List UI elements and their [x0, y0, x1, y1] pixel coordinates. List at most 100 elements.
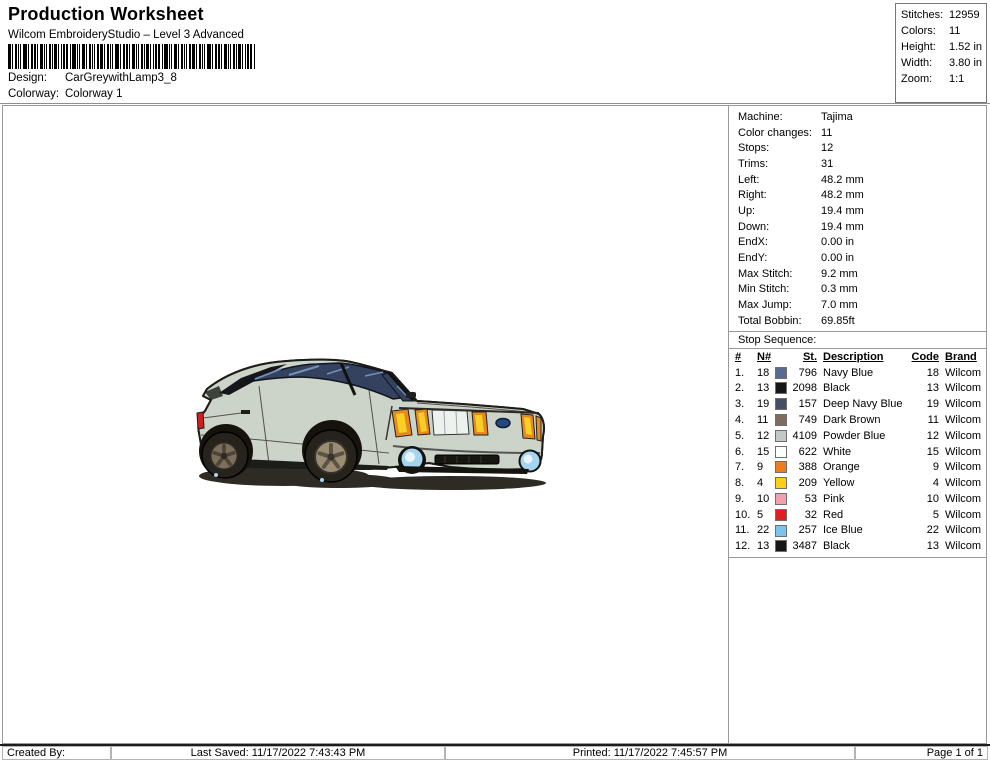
stop-row-needle: 9	[757, 461, 775, 473]
machine-info: Machine: Tajima Color changes: 11 Stops:…	[729, 106, 986, 331]
machine-info-row: Right: 48.2 mm	[729, 187, 986, 203]
stop-row-needle: 18	[757, 367, 775, 379]
worksheet-body: Machine: Tajima Color changes: 11 Stops:…	[2, 105, 987, 744]
machine-info-value: 9.2 mm	[821, 268, 858, 280]
stop-row-code: 4	[905, 477, 939, 489]
stop-row-num: 3.	[735, 398, 757, 410]
stop-row-stitches: 209	[788, 477, 817, 489]
stop-row-description: Powder Blue	[823, 430, 905, 442]
machine-info-row: Max Jump: 7.0 mm	[729, 297, 986, 313]
stop-row-needle: 13	[757, 382, 775, 394]
stop-row-brand: Wilcom	[945, 367, 981, 379]
stop-row-brand: Wilcom	[945, 398, 981, 410]
stop-row-brand: Wilcom	[945, 509, 981, 521]
stop-row-brand: Wilcom	[945, 414, 981, 426]
machine-info-value: 69.85ft	[821, 315, 855, 327]
col-code: Code	[905, 351, 939, 363]
stop-row-description: Dark Brown	[823, 414, 905, 426]
rear-wheel	[199, 424, 253, 478]
summary-label: Stitches:	[901, 9, 949, 25]
summary-label: Colors:	[901, 25, 949, 41]
stop-sequence-row: 11. 22 257 Ice Blue 22 Wilcom	[729, 523, 986, 539]
stop-row-num: 10.	[735, 509, 757, 521]
machine-info-row: Down: 19.4 mm	[729, 219, 986, 235]
stop-row-stitches: 749	[788, 414, 817, 426]
machine-info-label: Right:	[738, 189, 821, 201]
thread-color-swatch	[775, 446, 787, 458]
summary-value: 1.52 in	[949, 41, 982, 57]
stop-row-stitches: 157	[788, 398, 817, 410]
stop-row-description: Orange	[823, 461, 905, 473]
stop-row-needle: 13	[757, 540, 775, 552]
stop-row-brand: Wilcom	[945, 382, 981, 394]
thread-color-swatch	[775, 461, 787, 473]
stop-row-stitches: 4109	[788, 430, 817, 442]
stop-row-code: 11	[905, 414, 939, 426]
stop-row-num: 5.	[735, 430, 757, 442]
machine-info-value: 11	[821, 127, 832, 139]
car-illustration	[189, 356, 549, 501]
design-value: CarGreywithLamp3_8	[65, 72, 177, 84]
summary-row: Height: 1.52 in	[896, 41, 986, 57]
stop-sequence-rows: 1. 18 796 Navy Blue 18 Wilcom 2. 13 2098	[729, 365, 986, 555]
stop-row-stitches: 257	[788, 524, 817, 536]
stop-sequence-title: Stop Sequence:	[729, 331, 986, 348]
thread-color-swatch	[775, 509, 787, 521]
page-title: Production Worksheet	[8, 4, 204, 25]
machine-info-value: 19.4 mm	[821, 205, 864, 217]
footer-created-by: Created By:	[2, 746, 111, 760]
summary-label: Zoom:	[901, 73, 949, 89]
machine-info-label: Left:	[738, 174, 821, 186]
stop-row-code: 9	[905, 461, 939, 473]
machine-info-value: 48.2 mm	[821, 174, 864, 186]
machine-info-row: Color changes: 11	[729, 125, 986, 141]
stop-sequence-row: 12. 13 3487 Black 13 Wilcom	[729, 538, 986, 554]
stop-row-needle: 15	[757, 446, 775, 458]
machine-info-label: Total Bobbin:	[738, 315, 821, 327]
machine-info-label: Color changes:	[738, 127, 821, 139]
stop-row-needle: 22	[757, 524, 775, 536]
stop-row-code: 13	[905, 382, 939, 394]
machine-info-value: 0.00 in	[821, 236, 854, 248]
stop-row-num: 11.	[735, 524, 757, 536]
stop-row-brand: Wilcom	[945, 461, 981, 473]
stop-row-code: 12	[905, 430, 939, 442]
stop-row-needle: 19	[757, 398, 775, 410]
machine-info-label: Max Jump:	[738, 299, 821, 311]
stop-row-num: 8.	[735, 477, 757, 489]
design-canvas	[3, 106, 728, 743]
machine-info-label: Up:	[738, 205, 821, 217]
stop-row-stitches: 622	[788, 446, 817, 458]
stop-row-stitches: 3487	[788, 540, 817, 552]
stop-sequence-row: 3. 19 157 Deep Navy Blue 19 Wilcom	[729, 396, 986, 412]
stop-row-needle: 11	[757, 414, 775, 426]
stop-row-stitches: 388	[788, 461, 817, 473]
stop-row-code: 5	[905, 509, 939, 521]
col-st: St.	[788, 351, 817, 363]
machine-info-label: EndY:	[738, 252, 821, 264]
stop-row-num: 9.	[735, 493, 757, 505]
stop-row-code: 10	[905, 493, 939, 505]
stop-row-num: 1.	[735, 367, 757, 379]
stop-row-code: 18	[905, 367, 939, 379]
stop-row-brand: Wilcom	[945, 477, 981, 489]
stop-row-num: 7.	[735, 461, 757, 473]
design-barcode	[8, 44, 258, 69]
stop-row-needle: 5	[757, 509, 775, 521]
stop-row-description: Pink	[823, 493, 905, 505]
ford-badge	[496, 419, 510, 428]
stop-row-code: 22	[905, 524, 939, 536]
stop-row-description: Black	[823, 540, 905, 552]
summary-label: Width:	[901, 57, 949, 73]
stop-sequence-row: 8. 4 209 Yellow 4 Wilcom	[729, 475, 986, 491]
stop-row-num: 2.	[735, 382, 757, 394]
stop-row-stitches: 32	[788, 509, 817, 521]
footer-printed: Printed: 11/17/2022 7:45:57 PM	[445, 746, 855, 760]
machine-info-row: Up: 19.4 mm	[729, 203, 986, 219]
thread-color-swatch	[775, 367, 787, 379]
thread-color-swatch	[775, 493, 787, 505]
summary-row: Zoom: 1:1	[896, 73, 986, 89]
stop-row-code: 15	[905, 446, 939, 458]
summary-value: 3.80 in	[949, 57, 982, 73]
machine-info-value: 7.0 mm	[821, 299, 858, 311]
